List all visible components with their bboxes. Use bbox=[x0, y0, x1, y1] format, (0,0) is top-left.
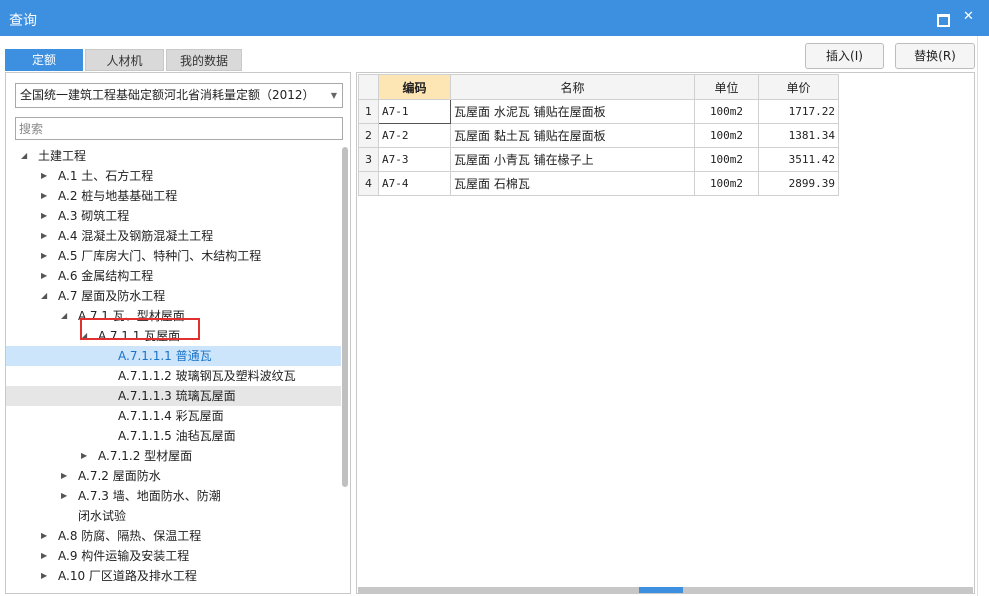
expand-icon[interactable]: ▶ bbox=[41, 226, 47, 246]
table-row[interactable]: 4 A7-4 瓦屋面 石棉瓦 100m2 2899.39 bbox=[358, 171, 839, 196]
tree-item[interactable]: ▶ A.1 土、石方工程 bbox=[6, 166, 341, 186]
cell-name[interactable]: 瓦屋面 小青瓦 铺在椽子上 bbox=[450, 147, 695, 172]
tree-item-hover[interactable]: A.7.1.1.3 琉璃瓦屋面 bbox=[6, 386, 341, 406]
cell-code[interactable]: A7-1 bbox=[378, 99, 451, 124]
window-edge bbox=[977, 36, 989, 596]
results-panel: 编码 名称 单位 单价 1 A7-1 瓦屋面 水泥瓦 铺贴在屋面板 100m2 … bbox=[356, 72, 975, 594]
collapse-icon[interactable]: ◢ bbox=[41, 286, 47, 306]
search-input[interactable] bbox=[15, 117, 343, 140]
expand-icon[interactable]: ▶ bbox=[41, 246, 47, 266]
left-panel: 全国统一建筑工程基础定额河北省消耗量定额（2012） ▼ ◢ 土建工程 ▶ A.… bbox=[5, 72, 351, 594]
tree-item[interactable]: A.7.1.1.2 玻璃钢瓦及塑料波纹瓦 bbox=[6, 366, 341, 386]
tree-item[interactable]: A.7.1.1.5 油毡瓦屋面 bbox=[6, 426, 341, 446]
row-number-header bbox=[358, 74, 379, 100]
cell-code[interactable]: A7-2 bbox=[378, 123, 451, 148]
cell-code[interactable]: A7-4 bbox=[378, 171, 451, 196]
expand-icon[interactable]: ▶ bbox=[41, 566, 47, 586]
collapse-icon[interactable]: ◢ bbox=[61, 306, 67, 326]
annotation-highlight-box bbox=[80, 318, 200, 340]
tree-item[interactable]: ▶ A.3 砌筑工程 bbox=[6, 206, 341, 226]
library-select[interactable]: 全国统一建筑工程基础定额河北省消耗量定额（2012） ▼ bbox=[15, 83, 343, 108]
expand-icon[interactable]: ▶ bbox=[41, 206, 47, 226]
cell-name[interactable]: 瓦屋面 水泥瓦 铺贴在屋面板 bbox=[450, 99, 695, 124]
tree-scrollbar[interactable] bbox=[342, 147, 348, 487]
row-number: 2 bbox=[358, 123, 379, 148]
tab-labor-material-machine[interactable]: 人材机 bbox=[85, 49, 164, 71]
replace-button[interactable]: 替换(R) bbox=[895, 43, 975, 69]
expand-icon[interactable]: ▶ bbox=[81, 446, 87, 466]
tree-item[interactable]: ▶ A.9 构件运输及安装工程 bbox=[6, 546, 341, 566]
maximize-icon[interactable] bbox=[937, 14, 950, 27]
tree-item[interactable]: ▶ A.10 厂区道路及排水工程 bbox=[6, 566, 341, 586]
collapse-icon[interactable]: ◢ bbox=[21, 146, 27, 166]
tree-item[interactable]: ◢ A.7 屋面及防水工程 bbox=[6, 286, 341, 306]
table-row[interactable]: 2 A7-2 瓦屋面 黏土瓦 铺贴在屋面板 100m2 1381.34 bbox=[358, 123, 839, 148]
expand-icon[interactable]: ▶ bbox=[41, 266, 47, 286]
tree-item[interactable]: ▶ A.6 金属结构工程 bbox=[6, 266, 341, 286]
tree-item-selected[interactable]: A.7.1.1.1 普通瓦 bbox=[6, 346, 341, 366]
cell-price[interactable]: 1381.34 bbox=[758, 123, 839, 148]
results-table: 编码 名称 单位 单价 1 A7-1 瓦屋面 水泥瓦 铺贴在屋面板 100m2 … bbox=[358, 74, 839, 196]
tree-item[interactable]: 闭水试验 bbox=[6, 506, 341, 526]
cell-code[interactable]: A7-3 bbox=[378, 147, 451, 172]
column-header-price[interactable]: 单价 bbox=[758, 74, 839, 100]
table-row[interactable]: 1 A7-1 瓦屋面 水泥瓦 铺贴在屋面板 100m2 1717.22 bbox=[358, 99, 839, 124]
insert-button[interactable]: 插入(I) bbox=[805, 43, 884, 69]
expand-icon[interactable]: ▶ bbox=[61, 486, 67, 506]
close-icon[interactable]: ✕ bbox=[963, 9, 974, 24]
tree-item[interactable]: ▶ A.7.1.2 型材屋面 bbox=[6, 446, 341, 466]
row-number: 4 bbox=[358, 171, 379, 196]
cell-unit[interactable]: 100m2 bbox=[694, 123, 759, 148]
title-bar: 查询 ✕ bbox=[0, 0, 989, 36]
splitter-handle[interactable] bbox=[639, 587, 683, 593]
expand-icon[interactable]: ▶ bbox=[41, 186, 47, 206]
cell-unit[interactable]: 100m2 bbox=[694, 171, 759, 196]
tree-item[interactable]: ▶ A.5 厂库房大门、特种门、木结构工程 bbox=[6, 246, 341, 266]
column-header-code[interactable]: 编码 bbox=[378, 74, 451, 100]
tree-item[interactable]: ▶ A.4 混凝土及钢筋混凝土工程 bbox=[6, 226, 341, 246]
cell-price[interactable]: 2899.39 bbox=[758, 171, 839, 196]
tree-item[interactable]: ▶ A.8 防腐、隔热、保温工程 bbox=[6, 526, 341, 546]
column-header-unit[interactable]: 单位 bbox=[694, 74, 759, 100]
tab-quota[interactable]: 定额 bbox=[5, 49, 83, 71]
table-header-row: 编码 名称 单位 单价 bbox=[358, 74, 839, 100]
expand-icon[interactable]: ▶ bbox=[41, 546, 47, 566]
row-number: 1 bbox=[358, 99, 379, 124]
expand-icon[interactable]: ▶ bbox=[41, 526, 47, 546]
library-select-value: 全国统一建筑工程基础定额河北省消耗量定额（2012） bbox=[20, 88, 315, 102]
expand-icon[interactable]: ▶ bbox=[61, 466, 67, 486]
column-header-name[interactable]: 名称 bbox=[450, 74, 695, 100]
tree-item[interactable]: ◢ 土建工程 bbox=[6, 146, 341, 166]
table-row[interactable]: 3 A7-3 瓦屋面 小青瓦 铺在椽子上 100m2 3511.42 bbox=[358, 147, 839, 172]
cell-name[interactable]: 瓦屋面 黏土瓦 铺贴在屋面板 bbox=[450, 123, 695, 148]
cell-unit[interactable]: 100m2 bbox=[694, 147, 759, 172]
chevron-down-icon[interactable]: ▼ bbox=[331, 84, 337, 107]
cell-price[interactable]: 3511.42 bbox=[758, 147, 839, 172]
tree-item[interactable]: A.7.1.1.4 彩瓦屋面 bbox=[6, 406, 341, 426]
cell-price[interactable]: 1717.22 bbox=[758, 99, 839, 124]
row-number: 3 bbox=[358, 147, 379, 172]
window-title: 查询 bbox=[9, 13, 37, 29]
tree-item[interactable]: ▶ A.7.3 墙、地面防水、防潮 bbox=[6, 486, 341, 506]
expand-icon[interactable]: ▶ bbox=[41, 166, 47, 186]
tree-item[interactable]: ▶ A.7.2 屋面防水 bbox=[6, 466, 341, 486]
cell-name[interactable]: 瓦屋面 石棉瓦 bbox=[450, 171, 695, 196]
tab-my-data[interactable]: 我的数据 bbox=[166, 49, 242, 71]
tree-item[interactable]: ▶ A.2 桩与地基基础工程 bbox=[6, 186, 341, 206]
cell-unit[interactable]: 100m2 bbox=[694, 99, 759, 124]
